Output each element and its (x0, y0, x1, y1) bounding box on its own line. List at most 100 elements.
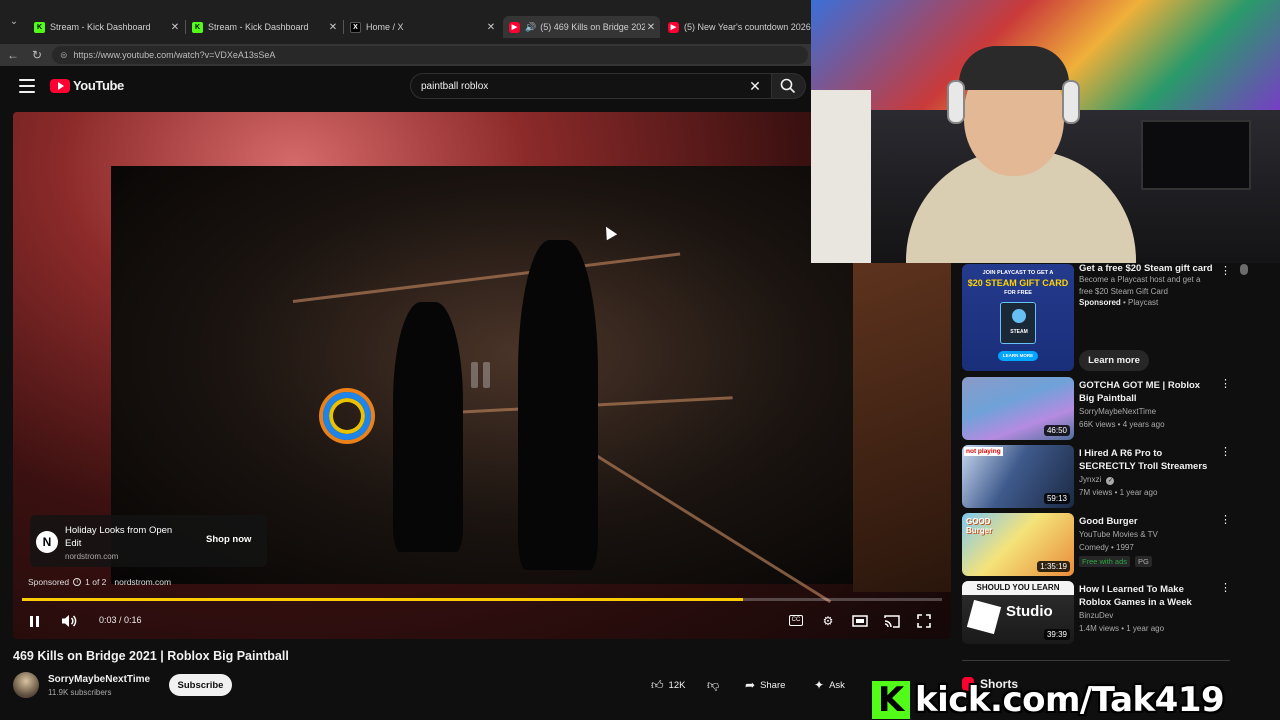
more-options-icon[interactable]: ⋮ (1220, 266, 1231, 277)
video-title-link[interactable]: Good Burger (1079, 515, 1215, 528)
tab-kick-dashboard-1[interactable]: K Stream - Kick Dashboard ✕ (28, 16, 184, 38)
channel-avatar[interactable] (13, 672, 39, 698)
more-options-icon[interactable]: ⋮ (1220, 447, 1231, 458)
webcam-streamer-hair (959, 46, 1069, 90)
close-icon[interactable]: ✕ (645, 22, 657, 33)
youtube-icon: ▶ (668, 21, 679, 33)
youtube-play-icon (50, 78, 70, 93)
screen: ⌄ K Stream - Kick Dashboard ✕ K Stream -… (0, 0, 1280, 720)
steam-label: STEAM (1010, 329, 1028, 335)
kick-logo: K (872, 681, 910, 719)
ad-domain-line[interactable]: nordstrom.com (114, 577, 171, 587)
video-title-link[interactable]: I Hired A R6 Pro to SECRECTLY Troll Stre… (1079, 447, 1215, 473)
sidebar-scrollbar[interactable] (1240, 264, 1248, 275)
video-duration: 46:50 (1043, 425, 1070, 436)
video-stats: 1.4M views • 1 year ago (1079, 624, 1165, 633)
close-icon[interactable]: ✕ (327, 22, 339, 33)
video-thumbnail[interactable]: not playing 59:13 (962, 445, 1074, 508)
video-title: 469 Kills on Bridge 2021 | Roblox Big Pa… (13, 649, 289, 663)
sidebar-ad-advertiser: Playcast (1128, 298, 1159, 307)
close-icon[interactable]: ✕ (485, 22, 497, 33)
video-channel[interactable]: BinzuDev (1079, 611, 1113, 620)
fullscreen-icon[interactable] (915, 612, 933, 630)
time-display: 0:03 / 0:16 (99, 615, 142, 625)
site-info-icon[interactable]: ⊜ (60, 50, 68, 61)
steam-card-graphic: STEAM (1000, 302, 1036, 344)
speaker-icon[interactable]: 🔊 (525, 22, 536, 33)
more-options-icon[interactable]: ⋮ (1220, 583, 1231, 594)
thumbnail-caption-top: SHOULD YOU LEARN (976, 583, 1060, 592)
video-thumbnail[interactable]: GOOD Burger 1:35:19 (962, 513, 1074, 576)
info-icon[interactable]: i (73, 578, 82, 586)
pause-button[interactable] (25, 612, 43, 630)
ad-overlay-card[interactable]: N Holiday Looks from Open Edit nordstrom… (30, 515, 267, 567)
like-button[interactable]: 👍︎ 12K (651, 674, 685, 696)
url-field[interactable]: ⊜ https://www.youtube.com/watch?v=VDXeA1… (52, 46, 808, 64)
youtube-logo-text: YouTube (73, 78, 124, 93)
steam-logo-icon (1012, 309, 1026, 323)
more-options-icon[interactable]: ⋮ (1220, 515, 1231, 526)
video-duration: 39:39 (1043, 629, 1070, 640)
ad-sponsored-line: Sponsored i 1 of 2 nordstrom.com (28, 577, 171, 587)
ask-button[interactable]: ✦ Ask (814, 674, 845, 696)
cast-icon[interactable] (883, 612, 901, 630)
sidebar-video-item[interactable]: SHOULD YOU LEARN Studio 39:39 How I Lear… (962, 581, 1231, 645)
shop-now-button[interactable]: Shop now (206, 534, 251, 545)
roblox-studio-logo (966, 599, 1002, 635)
search-button[interactable] (772, 73, 806, 99)
video-channel[interactable]: SorryMaybeNextTime (1079, 407, 1156, 416)
sidebar-video-item[interactable]: not playing 59:13 I Hired A R6 Pro to SE… (962, 445, 1231, 509)
tab-home-x[interactable]: X Home / X ✕ (344, 16, 500, 38)
share-arrow-icon: ➦ (745, 678, 756, 692)
sponsored-label: Sponsored (28, 577, 70, 587)
sidebar-video-item[interactable]: GOOD Burger 1:35:19 Good Burger YouTube … (962, 513, 1231, 577)
rating-badge: PG (1135, 556, 1152, 567)
more-options-icon[interactable]: ⋮ (1220, 379, 1231, 390)
volume-icon[interactable] (60, 612, 78, 630)
captions-icon[interactable]: CC (787, 612, 805, 630)
tab-youtube-active[interactable]: ▶ 🔊 (5) 469 Kills on Bridge 2021 | R ✕ (503, 16, 660, 38)
video-stats: Comedy • 1997 (1079, 543, 1134, 552)
sidebar-video-item[interactable]: 46:50 GOTCHA GOT ME | Roblox Big Paintba… (962, 377, 1231, 441)
progress-bar[interactable] (22, 598, 942, 601)
youtube-logo[interactable]: YouTube (50, 78, 124, 93)
video-title-link[interactable]: How I Learned To Make Roblox Games in a … (1079, 583, 1215, 609)
address-bar: ← ↻ ⊜ https://www.youtube.com/watch?v=VD… (0, 44, 812, 66)
video-channel[interactable]: Jynxzi (1079, 475, 1101, 484)
tab-title: Stream - Kick Dashboard (50, 22, 151, 32)
tab-list-chevron-icon[interactable]: ⌄ (6, 16, 22, 34)
menu-icon[interactable] (19, 79, 35, 93)
video-thumbnail[interactable]: 46:50 (962, 377, 1074, 440)
theater-mode-icon[interactable] (851, 612, 869, 630)
tab-title: (5) 469 Kills on Bridge 2021 | R (540, 22, 645, 32)
video-thumbnail[interactable]: SHOULD YOU LEARN Studio 39:39 (962, 581, 1074, 644)
ad-thumb-line-2: $20 STEAM GIFT CARD (967, 278, 1069, 288)
close-icon[interactable]: ✕ (169, 22, 181, 33)
subscriber-count: 11.9K subscribers (48, 688, 112, 697)
tab-youtube-countdown[interactable]: ▶ (5) New Year's countdown 2026: L (662, 16, 812, 38)
back-arrow-icon[interactable]: ← (5, 47, 21, 63)
subscribe-button[interactable]: Subscribe (169, 674, 232, 696)
video-channel[interactable]: YouTube Movies & TV (1079, 530, 1158, 539)
sidebar-divider (962, 660, 1230, 661)
video-title-link[interactable]: GOTCHA GOT ME | Roblox Big Paintball (1079, 379, 1215, 405)
thumbnail-caption: not playing (964, 447, 1003, 456)
clear-search-icon[interactable]: ✕ (747, 78, 763, 94)
sidebar-ad-thumbnail[interactable]: JOIN PLAYCAST TO GET A $20 STEAM GIFT CA… (962, 264, 1074, 371)
verified-check-icon: ✓ (1106, 477, 1115, 485)
dislike-button[interactable]: 👎︎ (707, 674, 724, 696)
video-channel-line[interactable]: Jynxzi ✓ (1079, 475, 1115, 485)
learn-more-button[interactable]: Learn more (1079, 350, 1149, 371)
thumbnail-caption-main: Studio (1006, 603, 1053, 620)
tab-title: (5) New Year's countdown 2026: L (684, 22, 812, 32)
sidebar-ad[interactable]: JOIN PLAYCAST TO GET A $20 STEAM GIFT CA… (962, 263, 1231, 374)
reload-icon[interactable]: ↻ (29, 47, 45, 63)
video-duration: 59:13 (1043, 493, 1070, 504)
search-input[interactable] (421, 80, 741, 92)
settings-gear-icon[interactable]: ⚙ (819, 612, 837, 630)
share-button[interactable]: ➦ Share (745, 674, 785, 696)
channel-name[interactable]: SorryMaybeNextTime (48, 674, 150, 685)
thumbnail-caption: GOOD Burger (966, 517, 993, 535)
tab-kick-dashboard-2[interactable]: K Stream - Kick Dashboard ✕ (186, 16, 342, 38)
ask-label: Ask (829, 679, 845, 691)
